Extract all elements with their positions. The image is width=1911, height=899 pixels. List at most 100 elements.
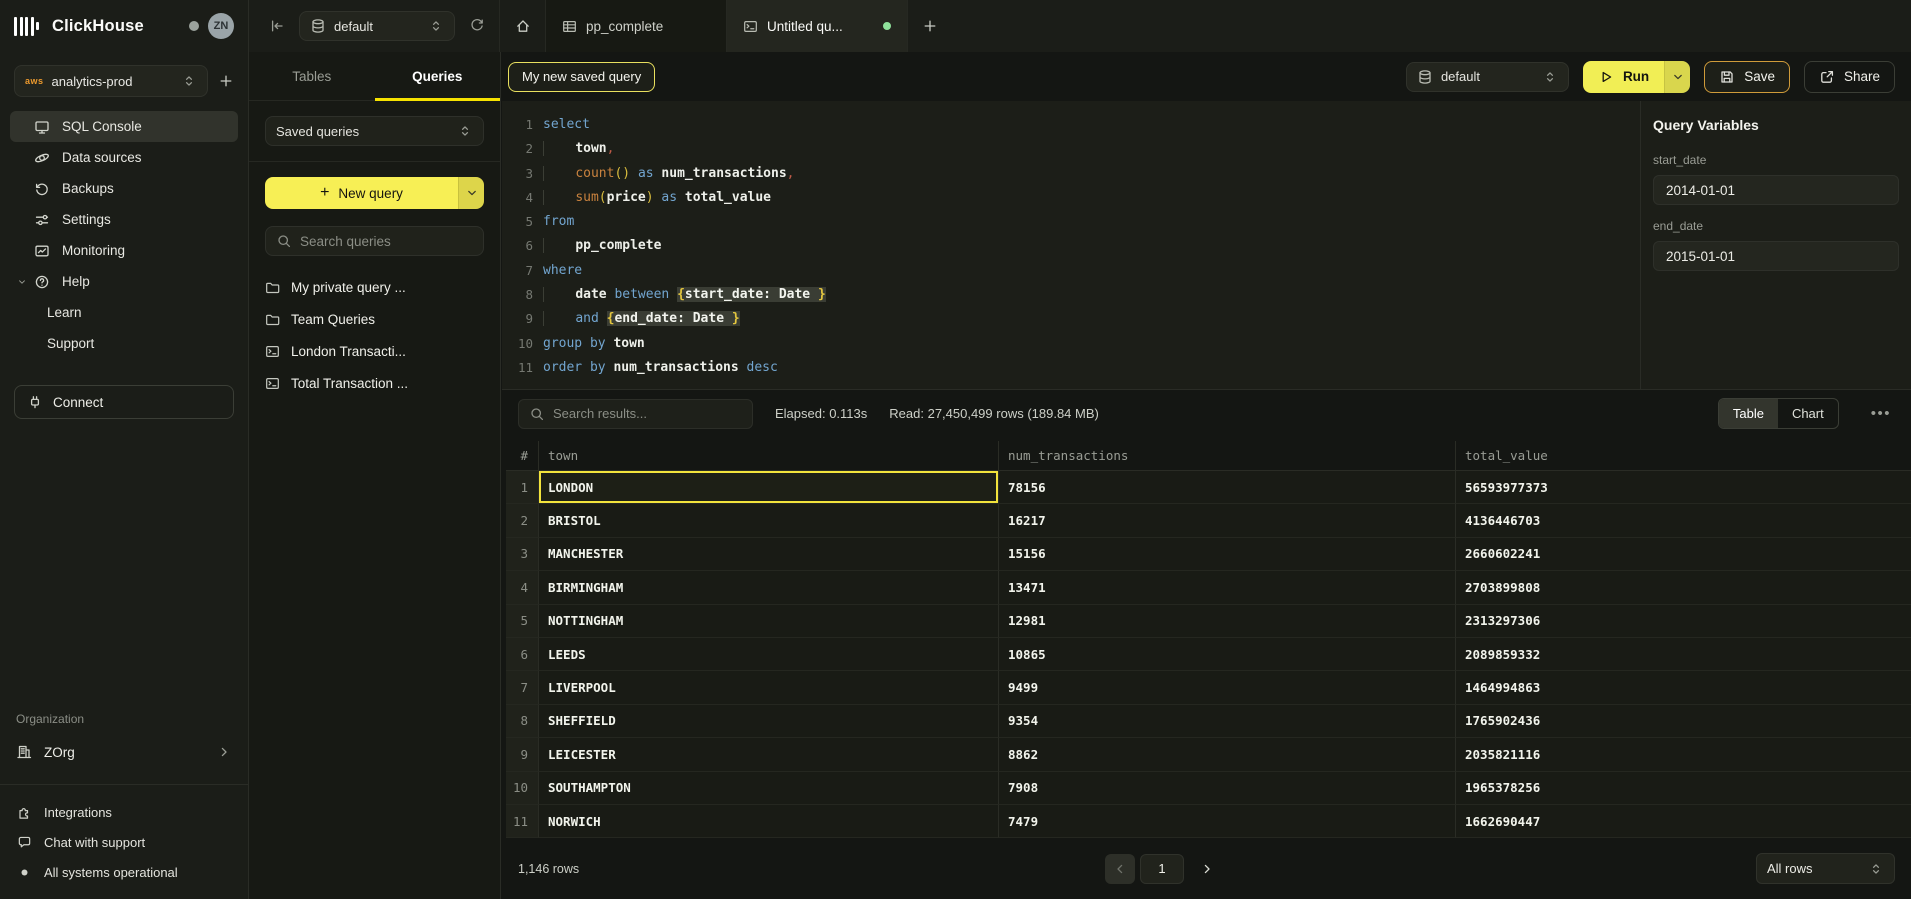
prev-page-button[interactable] xyxy=(1105,854,1135,884)
cell-num-transactions[interactable]: 8862 xyxy=(999,738,1456,771)
cell-total-value[interactable]: 1464994863 xyxy=(1456,671,1911,704)
sidebar-item-support[interactable]: Support xyxy=(10,328,238,359)
more-options-button[interactable]: ••• xyxy=(1861,405,1895,422)
search-queries-box xyxy=(265,226,484,256)
cell-town[interactable]: BRISTOL xyxy=(539,504,999,537)
column-header-num-transactions[interactable]: num_transactions xyxy=(999,441,1456,471)
tab-tables[interactable]: Tables xyxy=(249,52,375,100)
sidebar-item-settings[interactable]: Settings xyxy=(10,204,238,235)
cell-town[interactable]: SOUTHAMPTON xyxy=(539,772,999,805)
next-page-button[interactable] xyxy=(1192,854,1222,884)
cell-num-transactions[interactable]: 12981 xyxy=(999,605,1456,638)
run-options-button[interactable] xyxy=(1664,61,1690,93)
editor-tab-pp-complete[interactable]: pp_complete xyxy=(546,0,727,52)
cell-town[interactable]: SHEFFIELD xyxy=(539,705,999,738)
database-select[interactable]: default xyxy=(299,11,455,41)
table-row: 10SOUTHAMPTON79081965378256 xyxy=(506,772,1911,805)
sidebar-item-backups[interactable]: Backups xyxy=(10,173,238,204)
notification-dot-icon[interactable] xyxy=(189,21,199,31)
line-number: 5 xyxy=(502,210,533,234)
sidebar-item-monitoring[interactable]: Monitoring xyxy=(10,235,238,266)
cell-town[interactable]: LEEDS xyxy=(539,638,999,671)
cell-num-transactions[interactable]: 15156 xyxy=(999,538,1456,571)
new-query-dropdown-button[interactable] xyxy=(458,177,484,209)
editor-tab-untitled-qu[interactable]: Untitled qu... xyxy=(727,0,908,52)
refresh-icon[interactable] xyxy=(469,18,485,34)
cell-town[interactable]: MANCHESTER xyxy=(539,538,999,571)
cell-num-transactions[interactable]: 78156 xyxy=(999,471,1456,504)
saved-query-name: My new saved query xyxy=(522,69,641,84)
cell-total-value[interactable]: 2035821116 xyxy=(1456,738,1911,771)
organization-item[interactable]: ZOrg xyxy=(0,734,248,770)
cell-num-transactions[interactable]: 9499 xyxy=(999,671,1456,704)
sidebar-item-sql-console[interactable]: SQL Console xyxy=(10,111,238,142)
cell-num-transactions[interactable]: 7479 xyxy=(999,805,1456,838)
search-results-input[interactable] xyxy=(553,406,742,421)
cell-town[interactable]: LEICESTER xyxy=(539,738,999,771)
cell-total-value[interactable]: 56593977373 xyxy=(1456,471,1911,504)
sidebar-footer-integrations[interactable]: Integrations xyxy=(0,797,248,827)
cell-num-transactions[interactable]: 13471 xyxy=(999,571,1456,604)
cell-total-value[interactable]: 4136446703 xyxy=(1456,504,1911,537)
saved-query-team-queries[interactable]: Team Queries xyxy=(265,303,484,335)
cell-town[interactable]: BIRMINGHAM xyxy=(539,571,999,604)
save-label: Save xyxy=(1744,69,1775,84)
sidebar-item-learn[interactable]: Learn xyxy=(10,297,238,328)
cell-num-transactions[interactable]: 10865 xyxy=(999,638,1456,671)
avatar[interactable]: ZN xyxy=(208,13,234,39)
search-queries-input[interactable] xyxy=(300,234,473,249)
cell-town[interactable]: NOTTINGHAM xyxy=(539,605,999,638)
page-size-select[interactable]: All rows xyxy=(1756,853,1895,884)
cell-total-value[interactable]: 2089859332 xyxy=(1456,638,1911,671)
sidebar-item-data-sources[interactable]: Data sources xyxy=(10,142,238,173)
connect-button[interactable]: Connect xyxy=(14,385,234,419)
service-select[interactable]: aws analytics-prod xyxy=(14,65,208,97)
variable-value-end-date[interactable] xyxy=(1666,249,1886,264)
editor-database-select[interactable]: default xyxy=(1406,62,1569,92)
collapse-sidebar-icon[interactable] xyxy=(269,18,285,34)
column-header-town[interactable]: town xyxy=(539,441,999,471)
saved-query-my-private-query[interactable]: My private query ... xyxy=(265,271,484,303)
cell-num-transactions[interactable]: 9354 xyxy=(999,705,1456,738)
read-stat: Read: 27,450,499 rows (189.84 MB) xyxy=(889,406,1099,421)
share-button[interactable]: Share xyxy=(1804,61,1895,93)
cell-town[interactable]: NORWICH xyxy=(539,805,999,838)
cell-num-transactions[interactable]: 7908 xyxy=(999,772,1456,805)
new-tab-button[interactable] xyxy=(908,0,952,52)
editor-database-value: default xyxy=(1441,69,1480,84)
cell-town[interactable]: LIVERPOOL xyxy=(539,671,999,704)
sidebar-footer-chat-with-support[interactable]: Chat with support xyxy=(0,827,248,857)
cell-total-value[interactable]: 2313297306 xyxy=(1456,605,1911,638)
row-index-cell: 6 xyxy=(506,638,539,671)
sidebar-item-help[interactable]: Help xyxy=(10,266,238,297)
cell-town[interactable]: LONDON xyxy=(539,471,999,504)
cell-total-value[interactable]: 2703899808 xyxy=(1456,571,1911,604)
saved-query-name-chip[interactable]: My new saved query xyxy=(508,62,655,92)
saved-queries-filter-select[interactable]: Saved queries xyxy=(265,116,484,146)
saved-query-total-transaction[interactable]: Total Transaction ... xyxy=(265,367,484,399)
cell-num-transactions[interactable]: 16217 xyxy=(999,504,1456,537)
add-service-button[interactable] xyxy=(218,73,234,89)
code-area[interactable]: 1select2 town,3 count() as num_transacti… xyxy=(502,101,1640,389)
tab-queries[interactable]: Queries xyxy=(375,52,501,100)
home-button[interactable] xyxy=(500,0,546,52)
column-header-index[interactable]: # xyxy=(506,441,539,471)
view-tab-table[interactable]: Table xyxy=(1719,399,1778,428)
new-query-button[interactable]: + New query xyxy=(265,177,484,209)
view-tab-chart[interactable]: Chart xyxy=(1778,399,1838,428)
sidebar-footer-all-systems-operational[interactable]: All systems operational xyxy=(0,857,248,887)
cell-total-value[interactable]: 1662690447 xyxy=(1456,805,1911,838)
saved-query-label: London Transacti... xyxy=(291,344,406,359)
row-index-cell: 10 xyxy=(506,772,539,805)
status-dot-icon xyxy=(16,865,32,880)
save-button[interactable]: Save xyxy=(1704,61,1790,93)
chevron-down-icon xyxy=(464,185,480,201)
variable-value-start-date[interactable] xyxy=(1666,183,1886,198)
page-number-input[interactable] xyxy=(1141,861,1183,876)
cell-total-value[interactable]: 2660602241 xyxy=(1456,538,1911,571)
saved-query-london-transacti[interactable]: London Transacti... xyxy=(265,335,484,367)
run-button[interactable]: Run xyxy=(1583,61,1690,93)
cell-total-value[interactable]: 1965378256 xyxy=(1456,772,1911,805)
column-header-total-value[interactable]: total_value xyxy=(1456,441,1911,471)
cell-total-value[interactable]: 1765902436 xyxy=(1456,705,1911,738)
